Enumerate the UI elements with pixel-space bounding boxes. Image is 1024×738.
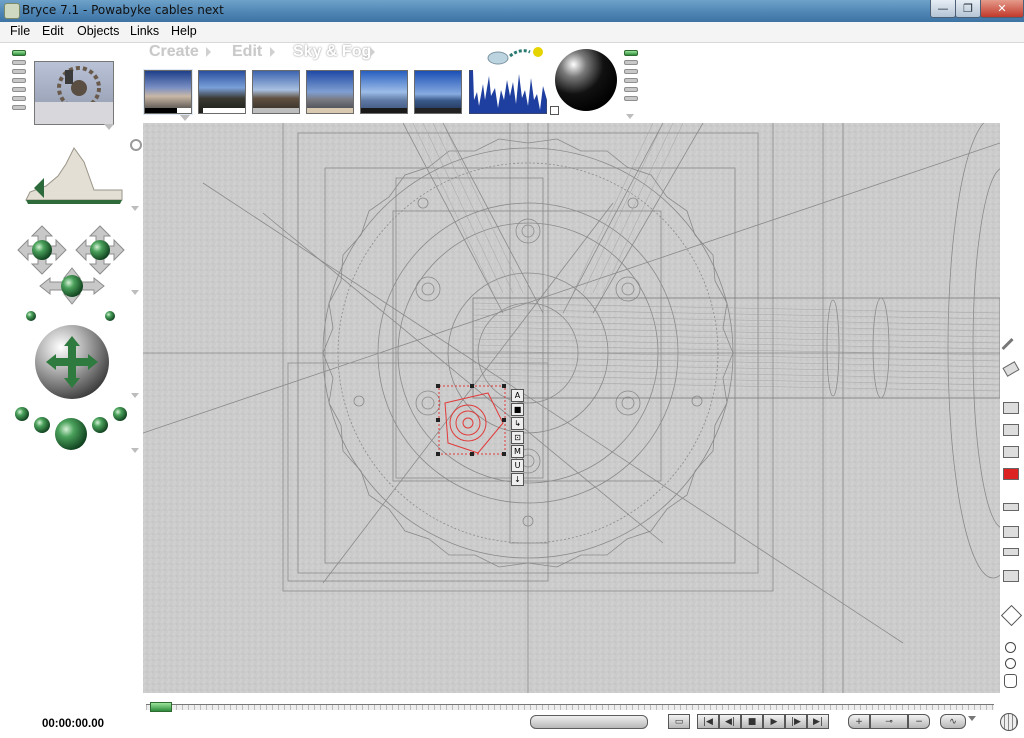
sky-histogram[interactable] <box>469 70 547 114</box>
cube-icon[interactable] <box>1000 604 1023 627</box>
sky-preset-4[interactable] <box>306 70 354 114</box>
chevron-down-icon[interactable] <box>131 393 139 398</box>
plop-render-icon[interactable] <box>1003 526 1019 538</box>
menu-edit[interactable]: Edit <box>42 24 64 38</box>
maximize-button[interactable]: ❐ <box>955 0 981 18</box>
add-key-button[interactable]: + <box>848 714 870 729</box>
eraser-icon[interactable] <box>1002 361 1020 377</box>
timeline-track[interactable] <box>146 704 994 710</box>
sky-preset-3[interactable] <box>252 70 300 114</box>
chevron-down-icon[interactable] <box>131 448 139 453</box>
display-options-icon[interactable] <box>1003 503 1019 511</box>
tool-material-button[interactable]: ■ <box>511 403 524 416</box>
minimize-button[interactable]: — <box>930 0 956 18</box>
close-button[interactable]: ✕ <box>980 0 1024 18</box>
key-icon[interactable]: ⊸ <box>870 714 908 729</box>
next-frame-button[interactable]: |▶ <box>785 714 807 729</box>
view-controls-bars[interactable] <box>12 50 26 110</box>
tool-attributes-button[interactable]: A <box>511 389 524 402</box>
render-stop-icon[interactable] <box>1003 468 1019 480</box>
hand-pan-icon[interactable] <box>1004 674 1017 688</box>
wave-icon[interactable]: ∿ <box>940 714 966 729</box>
chevron-down-icon[interactable] <box>131 290 139 295</box>
tool-material-lab-button[interactable]: M <box>511 445 524 458</box>
zoom-out-icon[interactable] <box>1005 658 1016 669</box>
sky-preset-2[interactable] <box>198 70 246 114</box>
tool-ungroup-button[interactable]: U <box>511 459 524 472</box>
window-title: Bryce 7.1 - Powabyke cables next <box>22 3 224 17</box>
menu-help[interactable]: Help <box>171 24 197 38</box>
app-icon <box>4 3 20 19</box>
sun-moon-dial[interactable] <box>554 48 618 114</box>
timecode-display: 00:00:00.00 <box>42 718 105 730</box>
chevron-down-icon[interactable] <box>626 114 634 119</box>
globe-icon[interactable] <box>1000 713 1018 731</box>
zoom-in-icon[interactable] <box>1005 642 1016 653</box>
menu-bar: File Edit Objects Links Help <box>0 22 1024 43</box>
title-bar: Bryce 7.1 - Powabyke cables next — ❐ ✕ <box>0 0 1024 22</box>
chevron-right-icon <box>206 47 211 57</box>
go-end-button[interactable]: ▶| <box>807 714 829 729</box>
trackball-icon[interactable] <box>32 322 112 402</box>
nano-preview[interactable] <box>34 61 114 125</box>
tool-land-button[interactable]: ↓ <box>511 473 524 486</box>
camera-trackball-controls[interactable] <box>10 216 132 326</box>
remove-key-button[interactable]: − <box>908 714 930 729</box>
render-mode-radio[interactable] <box>130 139 142 151</box>
camera-position-spheres[interactable] <box>12 400 132 456</box>
gear-icon <box>35 66 113 124</box>
tab-edit[interactable]: Edit <box>232 43 262 61</box>
prev-frame-button[interactable]: ◀| <box>719 714 741 729</box>
play-button[interactable]: ▶ <box>763 714 785 729</box>
chevron-down-icon[interactable] <box>104 124 114 130</box>
move-cross-icon <box>17 225 67 275</box>
view-side-icon[interactable] <box>1003 424 1019 436</box>
stop-button[interactable]: ■ <box>741 714 763 729</box>
view-front-icon[interactable] <box>1003 402 1019 414</box>
menu-links[interactable]: Links <box>130 24 159 38</box>
chevron-down-icon[interactable] <box>968 716 976 721</box>
cloud-icon[interactable] <box>486 44 546 66</box>
sky-preset-6[interactable] <box>414 70 462 114</box>
sky-preset-5[interactable] <box>360 70 408 114</box>
menu-file[interactable]: File <box>10 24 30 38</box>
tool-target-button[interactable]: ⊡ <box>511 431 524 444</box>
camera-view-icon[interactable] <box>24 142 124 206</box>
tab-create[interactable]: Create <box>149 43 199 61</box>
chevron-right-icon <box>370 47 375 57</box>
go-start-button[interactable]: |◀ <box>697 714 719 729</box>
background-icon[interactable] <box>1003 548 1019 556</box>
view-top-icon[interactable] <box>1003 446 1019 458</box>
chevron-down-icon[interactable] <box>180 115 190 121</box>
wireframe-scene <box>143 123 1000 693</box>
menu-objects[interactable]: Objects <box>77 24 119 38</box>
tool-link-button[interactable]: ↳ <box>511 417 524 430</box>
chevron-down-icon[interactable] <box>131 206 139 211</box>
memory-dots-bar[interactable] <box>530 715 648 729</box>
timeline-scrubber[interactable] <box>150 702 172 712</box>
tab-sky-fog[interactable]: Sky & Fog <box>293 43 371 61</box>
sky-preset-1[interactable] <box>143 69 193 115</box>
scene-viewport[interactable]: A ■ ↳ ⊡ M U ↓ <box>143 123 1000 693</box>
selection-tool-strip: A ■ ↳ ⊡ M U ↓ <box>511 389 524 486</box>
filmstrip-button[interactable]: ▭ <box>668 714 690 729</box>
chevron-right-icon <box>270 47 275 57</box>
pencil-icon[interactable] <box>1001 338 1024 360</box>
memory-dots-icon[interactable] <box>1003 570 1019 582</box>
sky-controls-bars[interactable] <box>624 50 638 101</box>
